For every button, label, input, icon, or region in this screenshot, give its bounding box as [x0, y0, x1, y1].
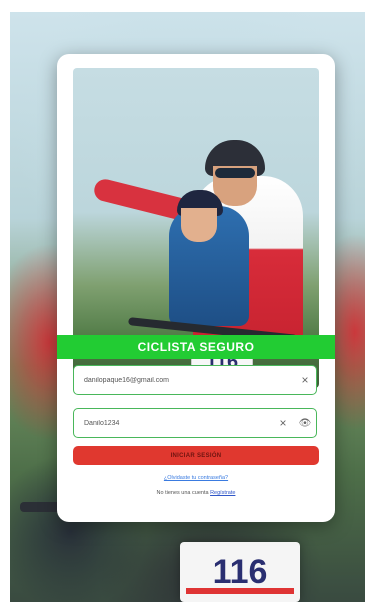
background-bib-number: 116: [212, 552, 268, 591]
clear-password-icon[interactable]: ×: [272, 409, 294, 437]
clear-email-icon[interactable]: ×: [294, 366, 316, 394]
no-account-text: No tienes una cuenta: [156, 490, 209, 496]
app-title: CICLISTA SEGURO: [137, 340, 255, 354]
register-link[interactable]: Regístrate: [210, 490, 235, 496]
forgot-password-link[interactable]: ¿Olvidaste tu contraseña?: [57, 475, 335, 481]
child-face: [181, 208, 217, 242]
signup-prompt: No tienes una cuenta Regístrate: [57, 490, 335, 496]
login-card: 116 CICLISTA SEGURO × × 👁 INICIAR SESIÓN…: [57, 54, 335, 522]
eye-icon[interactable]: 👁: [294, 409, 316, 437]
email-field: ×: [73, 365, 317, 395]
rider-glasses: [215, 168, 255, 178]
background-race-bib: 116: [180, 542, 300, 602]
password-input[interactable]: [74, 409, 272, 437]
password-field: × 👁: [73, 408, 317, 438]
email-input[interactable]: [74, 366, 294, 394]
app-title-bar: CICLISTA SEGURO: [57, 335, 335, 359]
login-button[interactable]: INICIAR SESIÓN: [73, 446, 319, 465]
